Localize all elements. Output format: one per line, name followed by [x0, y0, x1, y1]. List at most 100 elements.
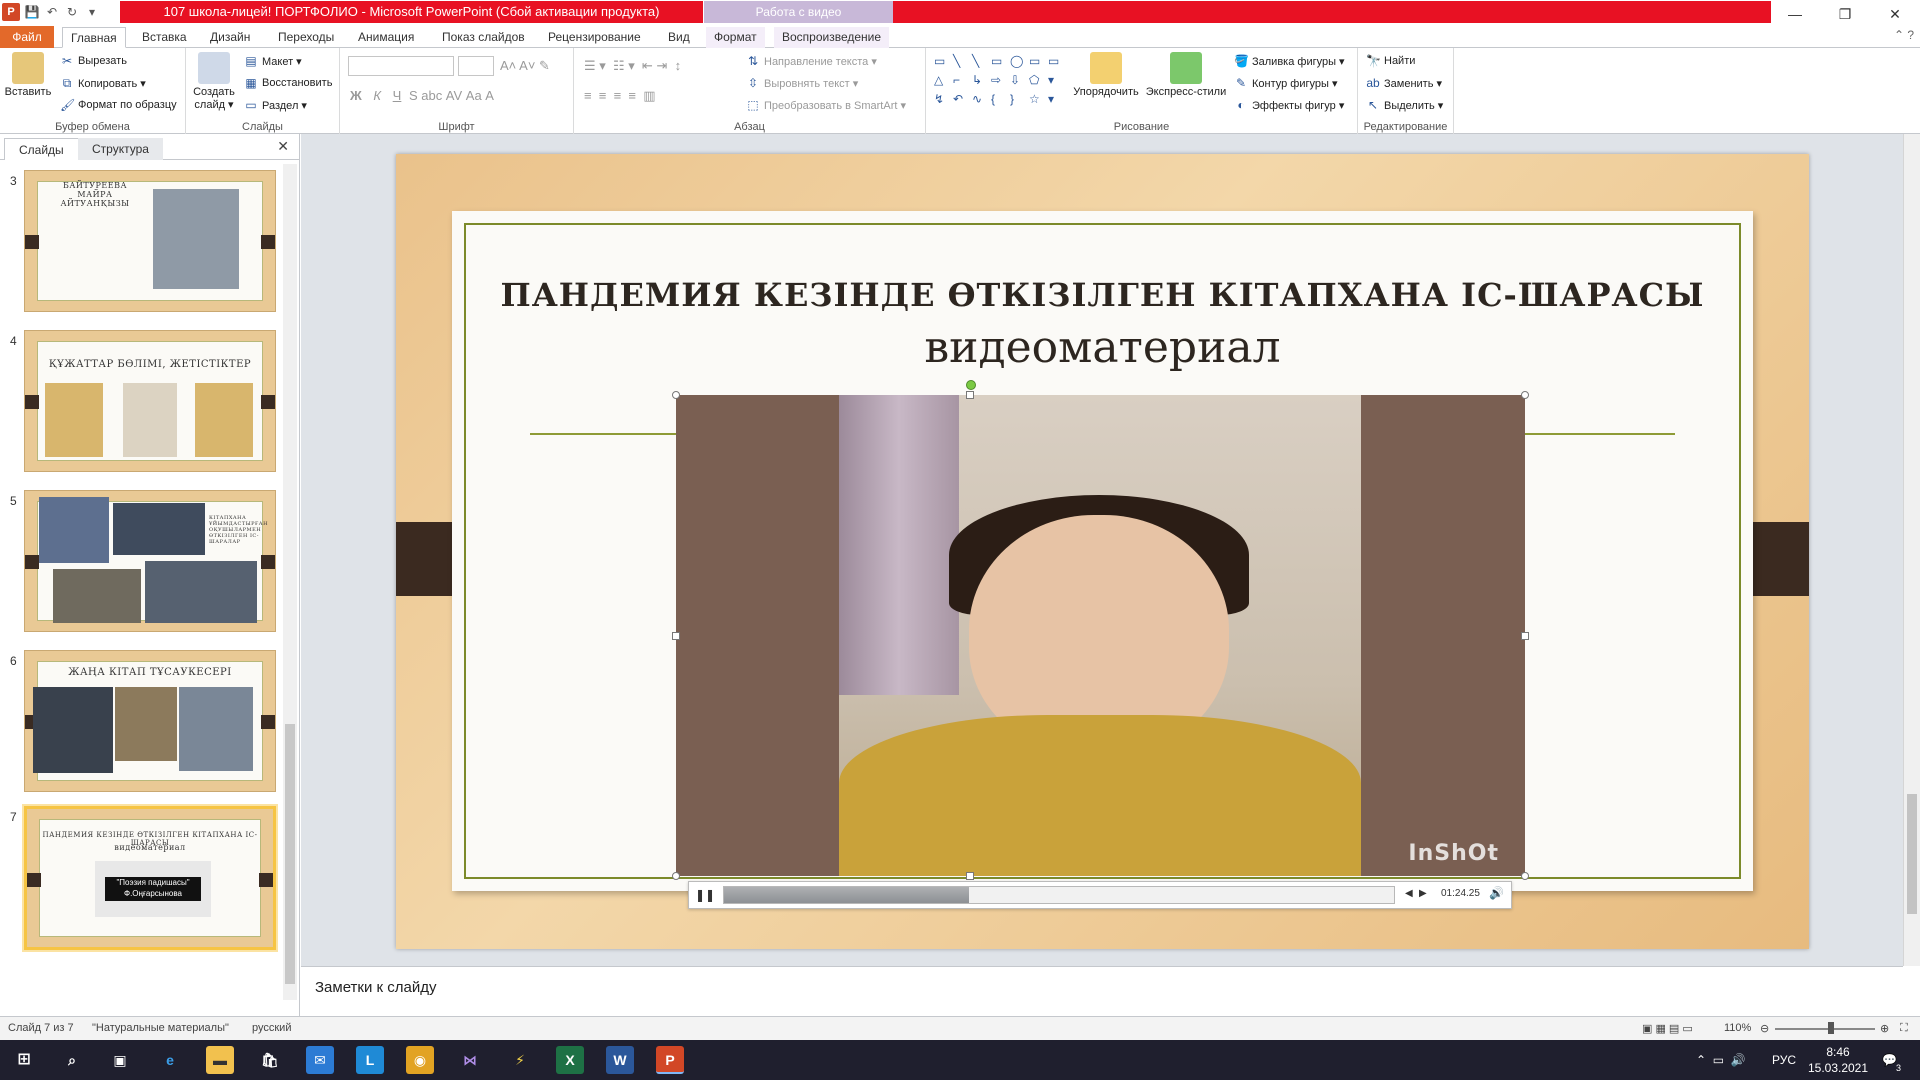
zoom-slider[interactable] — [1775, 1028, 1875, 1030]
tab-file[interactable]: Файл — [0, 26, 54, 48]
visual-studio-icon[interactable]: ⋈ — [456, 1046, 484, 1074]
resize-handle[interactable] — [672, 391, 680, 399]
tab-format[interactable]: Формат — [706, 27, 765, 48]
resize-handle[interactable] — [1521, 872, 1529, 880]
arrange-button[interactable]: Упорядочить — [1068, 52, 1144, 98]
video-progress-bar[interactable] — [723, 886, 1395, 904]
zoom-out-button[interactable]: ⊖ — [1760, 1022, 1769, 1035]
reset-button[interactable]: ▦ Восстановить — [244, 76, 332, 90]
theme-name[interactable]: "Натуральные материалы" — [92, 1022, 229, 1034]
qat-customize-icon[interactable]: ▾ — [84, 4, 100, 20]
mail-icon[interactable]: ✉ — [306, 1046, 334, 1074]
notes-placeholder[interactable]: Заметки к слайду — [315, 979, 437, 996]
powerpoint-taskbar-icon[interactable]: P — [656, 1046, 684, 1074]
resize-handle[interactable] — [966, 391, 974, 399]
text-direction-button[interactable]: ⇅ Направление текста ▾ — [746, 54, 877, 68]
tab-review[interactable]: Рецензирование — [540, 27, 649, 48]
excel-icon[interactable]: X — [556, 1046, 584, 1074]
shapes-gallery[interactable]: ▭ ╲ ╲ ▭ ◯ ▭ ▭ △ ⌐ ↳ ⇨ ⇩ ⬠ ▾ ↯ ↶ ∿{} ☆ ▾ — [934, 54, 1062, 108]
font-format-buttons[interactable]: Ж К Ч S abc AV Aa A — [350, 88, 494, 103]
slide-thumbnail-3[interactable]: БАЙТУРЕЕВА МАЙРА АЙТУАНҚЫЗЫ — [24, 170, 276, 312]
copy-button[interactable]: ⧉ Копировать ▾ — [60, 76, 146, 90]
store-icon[interactable]: 🛍 — [256, 1046, 284, 1074]
tab-design[interactable]: Дизайн — [202, 27, 258, 48]
smartart-button[interactable]: ⬚ Преобразовать в SmartArt ▾ — [746, 98, 906, 112]
ribbon-help-icons[interactable]: ⌃ ? — [1894, 28, 1914, 42]
scrollbar-thumb[interactable] — [285, 724, 295, 984]
tab-transitions[interactable]: Переходы — [270, 27, 342, 48]
slide-subtitle[interactable]: видеоматериал — [464, 322, 1741, 373]
font-size-select[interactable] — [458, 56, 494, 76]
cut-button[interactable]: ✂ Вырезать — [60, 54, 127, 68]
pause-button[interactable]: ❚❚ — [695, 886, 715, 904]
windows-start-icon[interactable]: ⊞ — [10, 1046, 38, 1074]
tray-icons[interactable]: ⌃ ▭ 🔊 — [1696, 1040, 1746, 1080]
tab-view[interactable]: Вид — [660, 27, 698, 48]
resize-handle[interactable] — [1521, 632, 1529, 640]
lightning-app-icon[interactable]: ⚡ — [506, 1046, 534, 1074]
rotate-handle[interactable] — [966, 380, 976, 390]
resize-handle[interactable] — [966, 872, 974, 880]
paste-button[interactable]: Вставить — [4, 52, 52, 98]
shape-effects-button[interactable]: ◐ Эффекты фигур ▾ — [1234, 98, 1344, 112]
shape-outline-button[interactable]: ✎ Контур фигуры ▾ — [1234, 76, 1338, 90]
font-grow-shrink-buttons[interactable]: A˄ A˅ ✎ — [500, 58, 550, 74]
task-view-icon[interactable]: ▣ — [106, 1046, 134, 1074]
shape-fill-button[interactable]: 🪣 Заливка фигуры ▾ — [1234, 54, 1345, 68]
replace-button[interactable]: ab Заменить ▾ — [1366, 76, 1442, 90]
layout-button[interactable]: ▤ Макет ▾ — [244, 54, 301, 68]
zoom-in-button[interactable]: ⊕ — [1880, 1022, 1889, 1035]
close-icon[interactable]: ✕ — [277, 138, 289, 155]
lync-icon[interactable]: L — [356, 1046, 384, 1074]
fit-slide-button[interactable]: ⛶ — [1900, 1022, 1908, 1035]
align-text-button[interactable]: ⇳ Выровнять текст ▾ — [746, 76, 858, 90]
clock[interactable]: 8:46 15.03.2021 — [1806, 1044, 1870, 1076]
volume-icon[interactable]: 🔊 — [1489, 886, 1504, 900]
undo-icon[interactable]: ↶ — [44, 4, 60, 20]
new-slide-button[interactable]: Создать слайд ▾ — [190, 52, 238, 111]
view-buttons[interactable]: ▣ ▦ ▤ ▭ — [1642, 1022, 1693, 1035]
step-back-button[interactable]: ◀ — [1405, 888, 1413, 899]
zoom-slider-knob[interactable] — [1828, 1022, 1834, 1034]
slide-title[interactable]: ПАНДЕМИЯ КЕЗІНДЕ ӨТКІЗІЛГЕН КІТАПХАНА ІС… — [464, 276, 1741, 314]
find-button[interactable]: 🔭 Найти — [1366, 54, 1415, 68]
scrollbar-thumb[interactable] — [1907, 794, 1917, 914]
tab-animation[interactable]: Анимация — [350, 27, 422, 48]
edge-browser-icon[interactable]: e — [156, 1046, 184, 1074]
file-explorer-icon[interactable]: ▬ — [206, 1046, 234, 1074]
format-painter-button[interactable]: 🖌 Формат по образцу — [60, 98, 177, 112]
language-indicator[interactable]: русский — [252, 1022, 291, 1034]
list-buttons[interactable]: ☰ ▾ ☷ ▾ ⇤ ⇥ ↕ — [584, 58, 681, 74]
select-button[interactable]: ↖ Выделить ▾ — [1366, 98, 1443, 112]
slide-thumbnail-7[interactable]: ПАНДЕМИЯ КЕЗІНДЕ ӨТКІЗІЛГЕН КІТАПХАНА ІС… — [24, 806, 276, 950]
video-object[interactable]: InShOt — [676, 395, 1525, 876]
section-button[interactable]: ▭ Раздел ▾ — [244, 98, 307, 112]
input-language[interactable]: РУС — [1772, 1040, 1796, 1080]
tab-outline[interactable]: Структура — [78, 138, 163, 160]
save-icon[interactable]: 💾 — [24, 4, 40, 20]
slide-canvas[interactable]: ПАНДЕМИЯ КЕЗІНДЕ ӨТКІЗІЛГЕН КІТАПХАНА ІС… — [396, 154, 1809, 949]
slide-thumbnail-4[interactable]: ҚҰЖАТТАР БӨЛІМІ, ЖЕТІСТІКТЕР — [24, 330, 276, 472]
slide-thumbnail-6[interactable]: ЖАҢА КІТАП ТҰСАУКЕСЕРІ — [24, 650, 276, 792]
redo-icon[interactable]: ↻ — [64, 4, 80, 20]
font-family-select[interactable] — [348, 56, 454, 76]
notifications-icon[interactable]: 💬 — [1882, 1040, 1897, 1080]
powerpoint-logo-icon[interactable]: P — [2, 3, 20, 21]
quick-styles-button[interactable]: Экспресс-стили — [1144, 52, 1228, 98]
editing-area-scrollbar[interactable] — [1903, 134, 1920, 966]
search-icon[interactable]: ⌕ — [58, 1046, 86, 1074]
align-buttons[interactable]: ≡ ≡ ≡ ≡ ▥ — [584, 88, 656, 104]
notes-pane[interactable]: Заметки к слайду — [301, 966, 1903, 1016]
slides-pane-scrollbar[interactable] — [283, 164, 297, 1000]
resize-handle[interactable] — [672, 872, 680, 880]
word-icon[interactable]: W — [606, 1046, 634, 1074]
resize-handle[interactable] — [1521, 391, 1529, 399]
chrome-icon[interactable]: ◉ — [406, 1046, 434, 1074]
zoom-level[interactable]: 110% — [1724, 1022, 1751, 1034]
tab-insert[interactable]: Вставка — [134, 27, 195, 48]
tab-home[interactable]: Главная — [62, 27, 126, 48]
slide-thumbnail-5[interactable]: КІТАПХАНА ҰЙЫМДАСТЫРҒАН ОҚУШЫЛАРМЕН ӨТКІ… — [24, 490, 276, 632]
resize-handle[interactable] — [672, 632, 680, 640]
tab-slideshow[interactable]: Показ слайдов — [434, 27, 533, 48]
tab-slides[interactable]: Слайды — [4, 138, 79, 160]
